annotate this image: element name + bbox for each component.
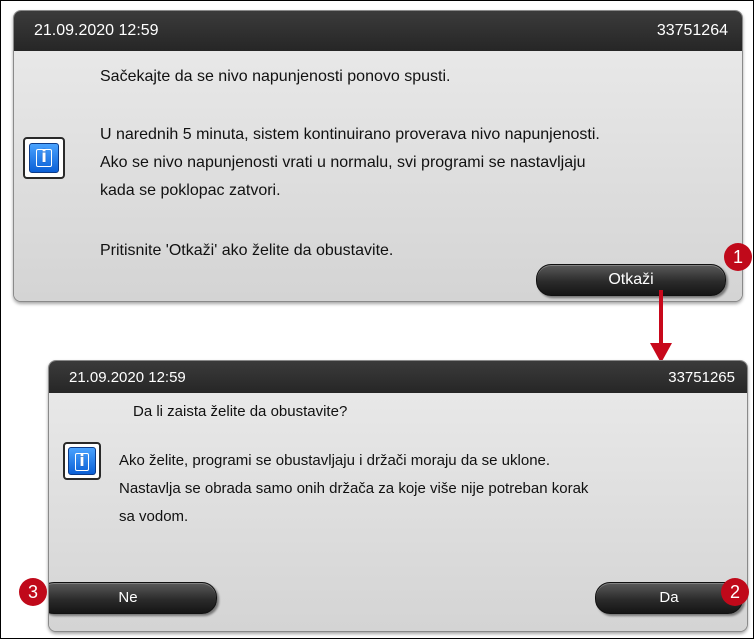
arrow-down-icon xyxy=(659,290,663,346)
info-icon: i xyxy=(23,137,65,179)
confirm-dialog: 21.09.2020 12:59 33751265 Da li zaista ž… xyxy=(48,360,748,632)
fill-level-dialog: 21.09.2020 12:59 33751264 Sačekajte da s… xyxy=(13,10,743,302)
cancel-button[interactable]: Otkaži xyxy=(536,264,726,296)
message-line: Da li zaista želite da obustavite? xyxy=(133,403,348,420)
callout-marker-1: 1 xyxy=(724,243,752,271)
no-button[interactable]: Ne xyxy=(49,582,217,614)
callout-marker-3: 3 xyxy=(19,578,47,606)
message-line: kada se poklopac zatvori. xyxy=(100,182,281,199)
dialog-datetime: 21.09.2020 12:59 xyxy=(69,368,186,386)
dialog-body: Da li zaista želite da obustavite? i Ako… xyxy=(49,393,747,631)
message-line: U narednih 5 minuta, sistem kontinuirano… xyxy=(100,126,600,143)
message-paragraph: U narednih 5 minuta, sistem kontinuirano… xyxy=(100,121,600,205)
message-line: Ako želite, programi se obustavljaju i d… xyxy=(119,452,551,469)
message-line: sa vodom. xyxy=(119,508,189,525)
dialog-body: Sačekajte da se nivo napunjenosti ponovo… xyxy=(14,51,742,301)
dialog-titlebar: 21.09.2020 12:59 33751265 xyxy=(49,361,747,393)
dialog-datetime: 21.09.2020 12:59 xyxy=(34,22,159,39)
dialog-titlebar: 21.09.2020 12:59 33751264 xyxy=(14,11,742,51)
dialog-message-code: 33751264 xyxy=(656,22,728,39)
message-line: Sačekajte da se nivo napunjenosti ponovo… xyxy=(100,68,451,85)
message-line: Ako se nivo napunjenosti vrati u normalu… xyxy=(100,154,586,171)
info-icon: i xyxy=(63,442,101,480)
message-paragraph: Ako želite, programi se obustavljaju i d… xyxy=(119,447,588,531)
message-line: Pritisnite 'Otkaži' ako želite da obusta… xyxy=(100,242,394,259)
dialog-message-code: 33751265 xyxy=(668,368,735,386)
message-line: Nastavlja se obrada samo onih držača za … xyxy=(119,480,589,497)
callout-marker-2: 2 xyxy=(721,578,749,606)
